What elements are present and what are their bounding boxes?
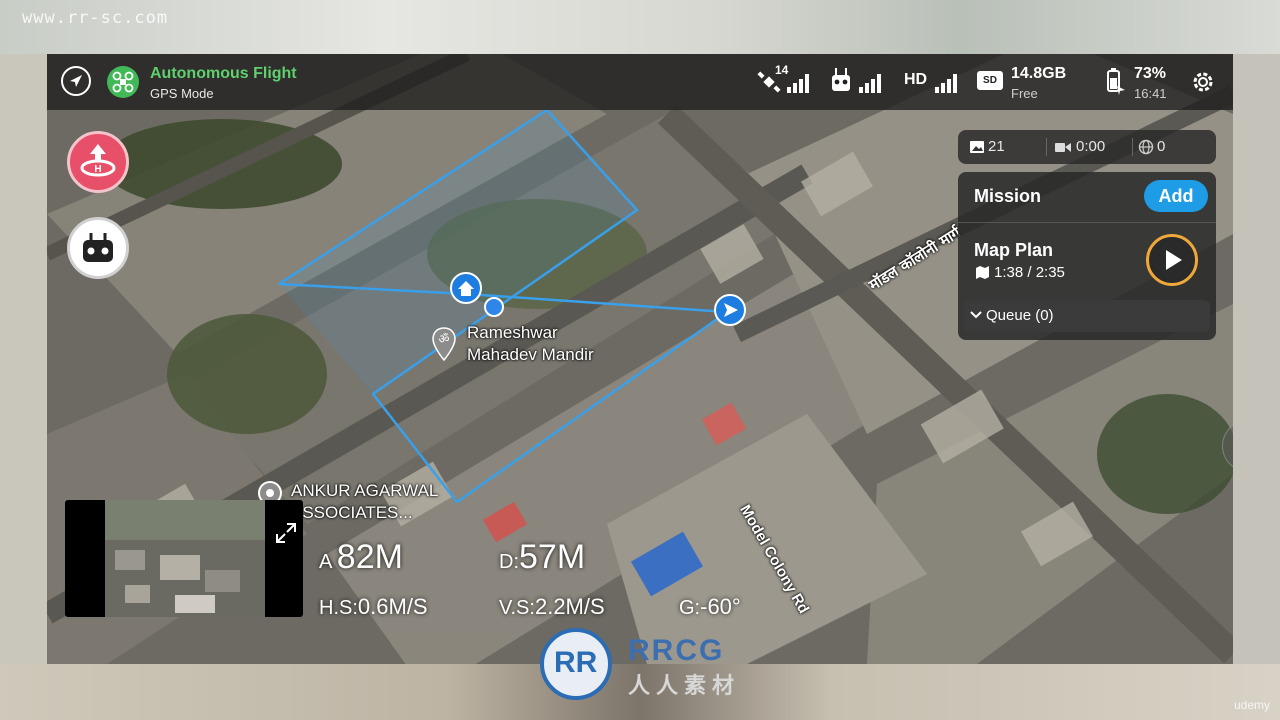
video-signal-bars (935, 71, 961, 93)
navigation-arrow-icon (70, 75, 82, 87)
controller-icon (83, 233, 113, 262)
place-pin-icon[interactable]: ॐ (431, 326, 457, 362)
drone-icon (112, 71, 134, 93)
return-home-icon: H (80, 144, 116, 177)
distance-readout: D:57M (499, 538, 586, 576)
poi-business-name-2: ASSOCIATES... (291, 503, 413, 522)
rrcg-brand: RRCG (628, 634, 725, 667)
aircraft-heading-icon[interactable] (713, 293, 747, 327)
return-to-home-button[interactable]: H (67, 131, 129, 193)
mission-plan-name[interactable]: Map Plan (974, 240, 1053, 261)
battery-percent: 73% (1134, 65, 1167, 82)
video-camera-icon (1055, 143, 1071, 152)
panorama-count: 0 (1157, 138, 1166, 155)
rrcg-logo-icon: RR (540, 628, 612, 700)
drone-app-screen: ॐ Rameshwar Mahadev Mandir ANKUR AGARWAL… (47, 54, 1233, 664)
gps-mode-label: GPS Mode (150, 86, 214, 101)
gps-signal-bars (787, 71, 813, 93)
vertical-speed-readout: V.S:2.2M/S (499, 594, 605, 620)
poi-temple-name-1: Rameshwar (467, 323, 558, 342)
svg-text:H: H (94, 164, 101, 175)
vspeed-label: V.S: (499, 597, 535, 619)
storage-free-label: Free (1011, 86, 1038, 101)
distance-label: D (499, 551, 514, 573)
watermark-site: www.rr-sc.com (22, 8, 169, 28)
media-counters: 21 0:00 0 (958, 130, 1216, 164)
globe-icon (1138, 139, 1154, 155)
video-frame-top (0, 0, 1280, 54)
video-frame-left (0, 54, 47, 664)
vspeed-value: 2.2M/S (534, 594, 605, 619)
play-mission-button[interactable] (1146, 234, 1198, 286)
navigation-button[interactable] (61, 66, 91, 96)
sd-card-icon: SD (977, 71, 1003, 90)
gimbal-value: -60° (700, 594, 741, 619)
altitude-label: A (319, 551, 333, 573)
video-link-label: HD (904, 71, 928, 88)
battery-icon (1107, 68, 1125, 95)
queue-label: Queue (0) (986, 307, 1054, 324)
settings-gear-icon[interactable] (1190, 69, 1216, 95)
gimbal-label: G: (679, 597, 701, 619)
home-point-icon[interactable] (449, 271, 483, 305)
hspeed-label: H.S: (319, 597, 358, 619)
flight-mode-label[interactable]: Autonomous Flight (150, 65, 297, 83)
mission-title: Mission (974, 186, 1042, 206)
horizontal-speed-readout: H.S:0.6M/S (319, 594, 428, 620)
flight-mode-icon[interactable] (107, 66, 139, 98)
flight-time-remaining: 16:41 (1134, 86, 1167, 101)
distance-value: 57M (519, 538, 586, 576)
storage-free-value: 14.8GB (1011, 65, 1067, 82)
remote-controller-button[interactable] (67, 217, 129, 279)
play-icon (1166, 250, 1182, 270)
map-plan-icon (976, 266, 989, 279)
queue-toggle[interactable]: Queue (0) (964, 300, 1210, 332)
drone-position-icon (484, 297, 504, 317)
add-mission-button[interactable]: Add (1144, 180, 1208, 212)
video-frame-right (1233, 54, 1280, 664)
chevron-down-icon (970, 311, 982, 319)
expand-icon[interactable] (275, 522, 297, 544)
photo-count: 21 (988, 138, 1005, 155)
watermark-udemy: udemy (1233, 698, 1270, 712)
status-bar: Autonomous Flight GPS Mode 14 HD SD 14.8… (47, 54, 1233, 110)
gimbal-readout: G:-60° (679, 594, 741, 620)
hspeed-value: 0.6M/S (357, 594, 428, 619)
altitude-readout: A 82M (319, 538, 403, 577)
rc-signal-bars (859, 71, 885, 93)
poi-business-name-1: ANKUR AGARWAL (291, 481, 439, 500)
camera-preview[interactable] (65, 500, 303, 617)
photo-icon (970, 141, 984, 153)
poi-temple-name-2: Mahadev Mandir (467, 345, 594, 364)
rrcg-watermark-logo: RR RRCG 人人素材 (540, 628, 750, 702)
altitude-value: 82M (336, 538, 403, 576)
mission-plan-time: 1:38 / 2:35 (994, 264, 1065, 281)
poi-business-label[interactable]: ANKUR AGARWAL ASSOCIATES... (291, 480, 438, 524)
camera-feed-thumbnail (105, 500, 265, 617)
poi-temple-label[interactable]: Rameshwar Mahadev Mandir (467, 322, 594, 366)
rrcg-brand-sub: 人人素材 (628, 674, 741, 699)
mission-panel: Mission Add Map Plan 1:38 / 2:35 Queue (… (958, 172, 1216, 340)
remote-controller-icon (832, 68, 850, 91)
video-time: 0:00 (1076, 138, 1106, 155)
svg-text:ॐ: ॐ (439, 332, 450, 346)
